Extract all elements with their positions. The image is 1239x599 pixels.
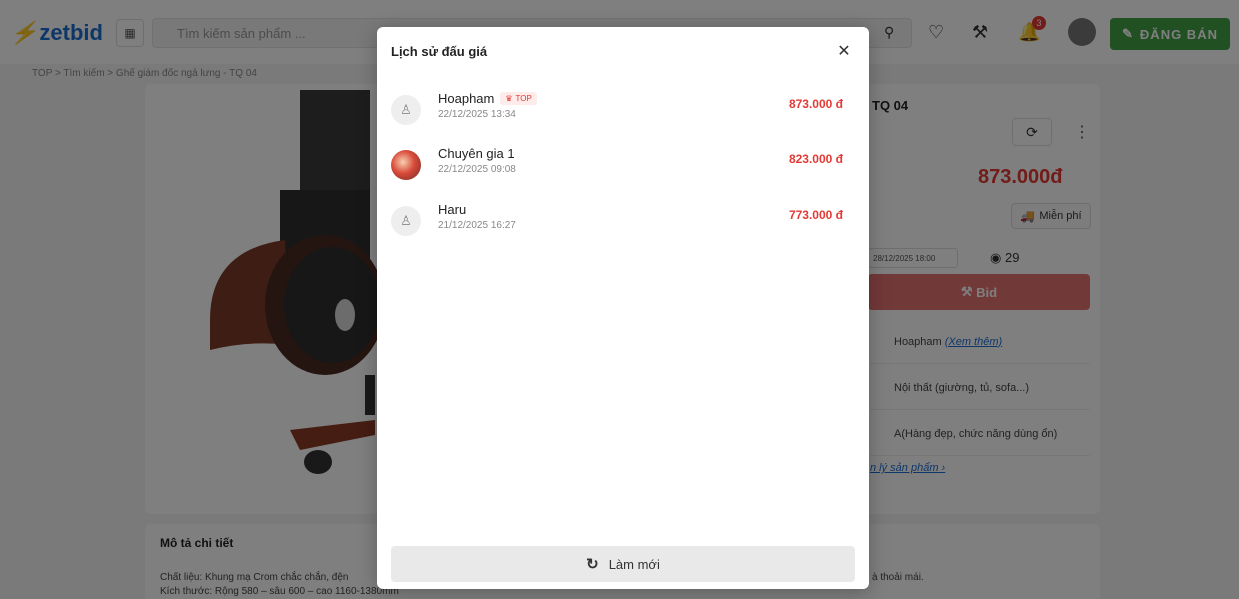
bid-time: 21/12/2025 16:27 [438,220,516,231]
bidder-name-wrap: Hoapham ♛ TOP [438,91,537,106]
bidder-name: Chuyên gia 1 [438,146,515,161]
top-badge-label: TOP [515,94,532,103]
bidder-name-wrap: Haru [438,202,466,217]
bid-history-item: ♙ Haru 21/12/2025 16:27 773.000 đ [391,198,857,246]
bidder-avatar [391,150,421,180]
bid-amount: 773.000 đ [788,208,843,222]
bid-time: 22/12/2025 13:34 [438,109,516,120]
modal-title: Lịch sử đấu giá [391,44,488,59]
user-icon: ♙ [391,206,421,236]
bid-history-item: ♙ Hoapham ♛ TOP 22/12/2025 13:34 873.000… [391,87,857,135]
close-icon[interactable]: ✕ [833,40,855,62]
crown-icon: ♛ [505,94,513,103]
refresh-icon: ↻ [586,556,599,573]
top-badge: ♛ TOP [500,92,537,105]
refresh-button-label: Làm mới [608,556,660,572]
bid-history-item: Chuyên gia 1 22/12/2025 09:08 823.000 đ [391,142,857,190]
bid-amount: 873.000 đ [788,97,843,111]
bid-time: 22/12/2025 09:08 [438,164,516,175]
bidder-name: Hoapham [438,91,495,106]
bid-history-modal: Lịch sử đấu giá ✕ ♙ Hoapham ♛ TOP 22/12/… [377,27,869,589]
refresh-button[interactable]: ↻ Làm mới [391,546,855,582]
user-icon: ♙ [391,95,421,125]
bidder-name-wrap: Chuyên gia 1 [438,146,515,161]
bidder-name: Haru [438,202,467,217]
bid-amount: 823.000 đ [788,152,843,166]
